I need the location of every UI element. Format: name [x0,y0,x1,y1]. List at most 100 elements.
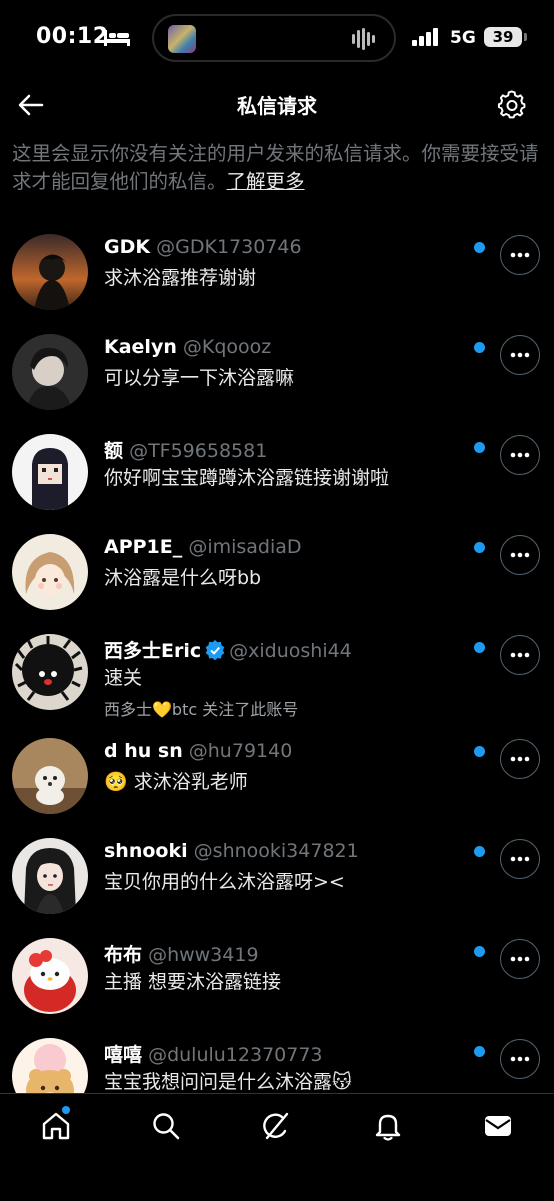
battery-level: 39 [484,27,522,47]
message-preview: 可以分享一下沐浴露嘛 [104,367,295,389]
sender-line: Kaelyn @Kqoooz [104,336,271,358]
sender-handle: @TF59658581 [129,440,268,462]
sender-handle: @imisadiaD [188,536,302,558]
verified-badge-icon [205,640,225,660]
more-options-button[interactable] [500,739,540,779]
bell-icon [375,1114,401,1141]
search-icon [153,1113,180,1140]
avatar[interactable] [12,534,88,610]
list-item[interactable]: 嘻嘻 @dululu12370773 宝宝我想问问是什么沐浴露😽 [0,1022,554,1093]
message-preview: 你好啊宝宝蹲蹲沐浴露链接谢谢啦 [104,467,390,489]
status-time: 00:12 [36,24,109,49]
grok-icon [263,1112,289,1140]
more-options-button[interactable] [500,435,540,475]
more-options-button[interactable] [500,635,540,675]
status-bar: 00:12 5G 39 [0,0,554,76]
message-preview: 宝宝我想问问是什么沐浴露😽 [104,1071,352,1093]
now-playing-artwork [168,25,196,53]
sender-handle: @dululu12370773 [148,1044,323,1066]
list-item[interactable]: 布布 @hww3419 主播 想要沐浴露链接 [0,922,554,1022]
sender-name: 额 [104,440,124,462]
ellipsis-icon [510,956,530,962]
sender-name: APP1E_ [104,536,183,558]
unread-dot [474,946,485,957]
bottom-nav [0,1093,554,1201]
dynamic-island[interactable] [152,14,396,62]
ellipsis-icon [510,352,530,358]
sender-name: Kaelyn [104,336,177,358]
avatar[interactable] [12,434,88,510]
avatar[interactable] [12,1038,88,1093]
intro-text: 这里会显示你没有关注的用户发来的私信请求。你需要接受请求才能回复他们的私信。了解… [12,140,542,196]
unread-dot [474,242,485,253]
message-preview: 求沐浴露推荐谢谢 [104,267,257,289]
avatar[interactable] [12,234,88,310]
sender-line: d hu sn @hu79140 [104,740,292,762]
message-request-list: GDK @GDK1730746 求沐浴露推荐谢谢 Kaelyn @Kqoooz … [0,218,554,1093]
ellipsis-icon [510,1056,530,1062]
ellipsis-icon [510,652,530,658]
battery-tip [524,33,527,41]
list-item[interactable]: APP1E_ @imisadiaD 沐浴露是什么呀bb [0,518,554,618]
sender-line: GDK @GDK1730746 [104,236,302,258]
tab-home[interactable] [40,1110,72,1142]
ellipsis-icon [510,252,530,258]
more-options-button[interactable] [500,939,540,979]
avatar[interactable] [12,738,88,814]
sender-name: GDK [104,236,151,258]
message-preview: 沐浴露是什么呀bb [104,567,262,589]
more-options-button[interactable] [500,1039,540,1079]
unread-dot [474,442,485,453]
tab-search[interactable] [150,1110,182,1142]
sender-handle: @GDK1730746 [156,236,302,258]
tab-grok[interactable] [260,1110,292,1142]
avatar[interactable] [12,634,88,710]
avatar[interactable] [12,938,88,1014]
sender-name: 西多士Eric [104,640,202,662]
more-options-button[interactable] [500,235,540,275]
sender-line: 西多士Eric @xiduoshi44 [104,636,352,663]
message-preview: 🥺 求沐浴乳老师 [104,771,248,793]
network-type: 5G [450,28,476,48]
list-item[interactable]: GDK @GDK1730746 求沐浴露推荐谢谢 [0,218,554,318]
home-icon [42,1112,70,1140]
more-options-button[interactable] [500,335,540,375]
unread-dot [474,542,485,553]
list-item[interactable]: Kaelyn @Kqoooz 可以分享一下沐浴露嘛 [0,318,554,418]
message-preview: 主播 想要沐浴露链接 [104,971,282,993]
sender-line: shnooki @shnooki347821 [104,840,359,862]
cellular-signal-icon [412,28,438,46]
list-item[interactable]: 西多士Eric @xiduoshi44 速关 西多士💛btc 关注了此账号 [0,618,554,722]
list-item[interactable]: d hu sn @hu79140 🥺 求沐浴乳老师 [0,722,554,822]
mail-icon [485,1116,511,1136]
list-item[interactable]: 额 @TF59658581 你好啊宝宝蹲蹲沐浴露链接谢谢啦 [0,418,554,518]
tab-messages[interactable] [482,1110,514,1142]
learn-more-link[interactable]: 了解更多 [227,170,305,193]
unread-dot [474,846,485,857]
sender-line: 额 @TF59658581 [104,436,267,463]
sender-line: 嘻嘻 @dululu12370773 [104,1040,323,1067]
tab-notifications[interactable] [372,1110,404,1142]
more-options-button[interactable] [500,535,540,575]
sender-handle: @shnooki347821 [193,840,359,862]
message-preview: 速关 [104,667,143,689]
sender-handle: @hww3419 [148,944,259,966]
gear-icon[interactable] [496,89,528,121]
more-options-button[interactable] [500,839,540,879]
message-preview: 宝贝你用的什么沐浴露呀>< [104,871,345,893]
sender-line: APP1E_ @imisadiaD [104,536,302,558]
list-item[interactable]: shnooki @shnooki347821 宝贝你用的什么沐浴露呀>< [0,822,554,922]
page-title: 私信请求 [237,94,317,118]
avatar[interactable] [12,334,88,410]
ellipsis-icon [510,452,530,458]
unread-dot [474,746,485,757]
unread-dot [474,342,485,353]
sender-name: shnooki [104,840,188,862]
sender-handle: @Kqoooz [182,336,272,358]
avatar[interactable] [12,838,88,914]
sender-handle: @xiduoshi44 [229,640,352,662]
audio-wave-icon [352,28,375,50]
sender-name: 嘻嘻 [104,1044,143,1066]
page-header: 私信请求 [0,76,554,134]
sleep-focus-icon [104,30,130,46]
